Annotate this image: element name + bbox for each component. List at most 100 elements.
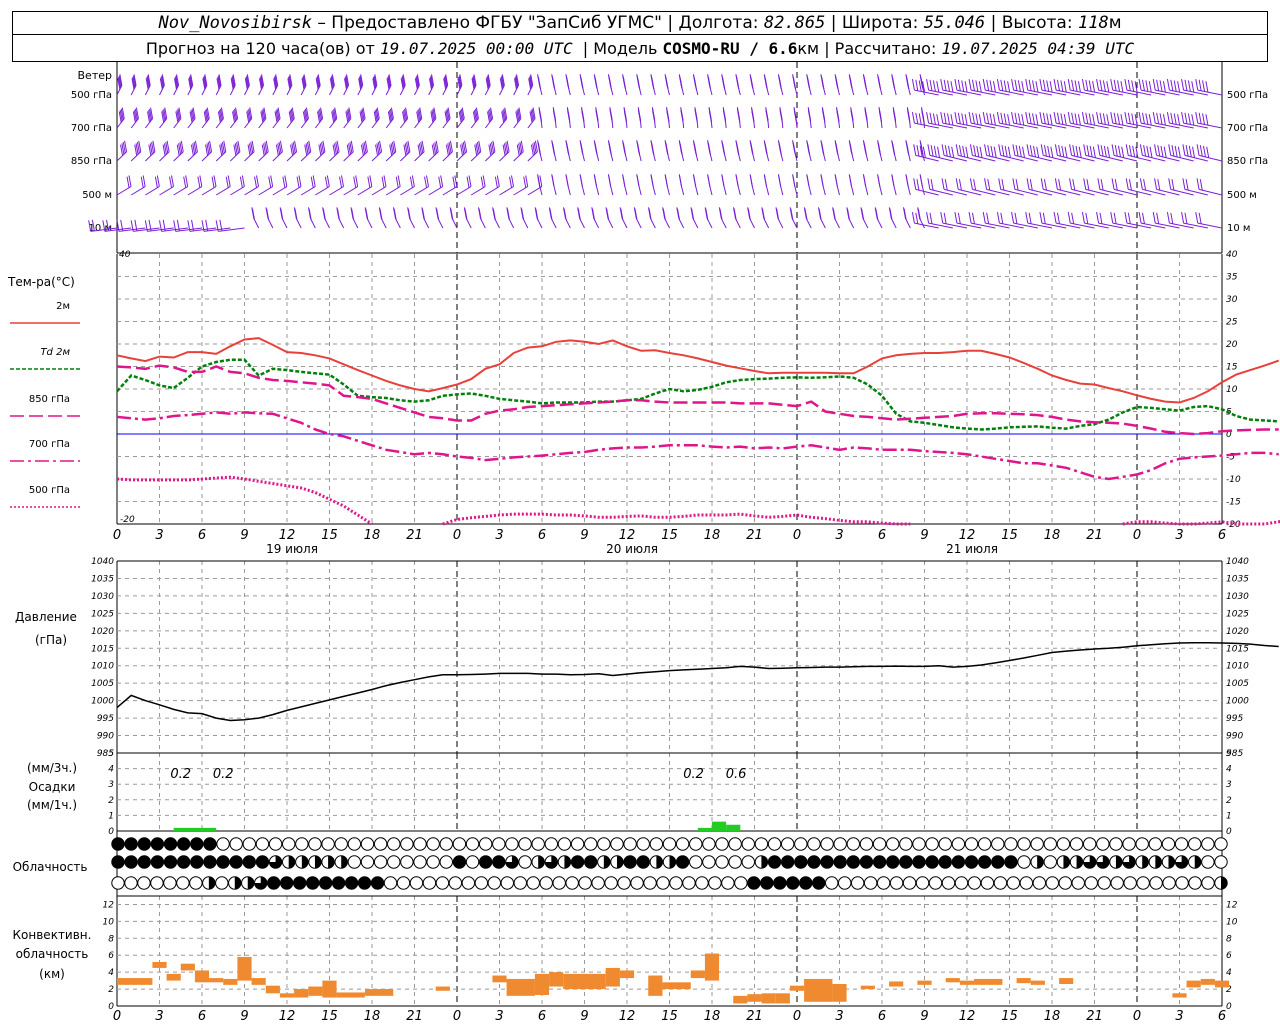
cloud-symbol	[780, 855, 795, 869]
cloud-symbol	[912, 855, 926, 869]
wind-barb	[265, 207, 274, 229]
wind-barb	[1011, 212, 1038, 229]
wind-barb-feather	[1077, 81, 1081, 93]
cloud-symbol	[163, 876, 177, 890]
cloud-symbol	[308, 855, 322, 869]
prec-ytick-left: 2	[108, 796, 114, 806]
conv-bar	[1030, 980, 1045, 985]
wind-barb-feather	[270, 175, 274, 187]
cloud-symbol	[255, 855, 270, 869]
prec-ytick-left: 1	[108, 811, 114, 821]
wind-barb-feather	[1191, 81, 1195, 93]
wind-barb	[636, 140, 642, 162]
conv-xtick: 0	[453, 1009, 461, 1024]
wind-barb	[579, 174, 585, 196]
wind-barb	[1012, 178, 1038, 196]
wind-barb	[692, 140, 699, 162]
wind-barb	[622, 174, 628, 196]
wind-barb-feather	[1113, 112, 1117, 124]
wind-barb-feather	[171, 175, 174, 187]
pressure-title: Давление	[15, 610, 77, 624]
cloud-circle	[991, 837, 1005, 851]
wind-barb-feather	[1120, 81, 1124, 93]
cloud-circle	[1201, 837, 1215, 851]
wind-barb-feather	[1086, 145, 1090, 157]
wind-barb	[562, 207, 571, 229]
wind-barb	[761, 207, 770, 229]
conv-xtick: 6	[538, 1009, 546, 1024]
cloud-symbol	[825, 876, 839, 890]
conv-ytick-right: 12	[1226, 900, 1238, 910]
wind-barb-shaft	[735, 218, 741, 229]
cloud-circle	[255, 837, 270, 851]
conv-bar	[945, 978, 960, 983]
cloud-symbol	[1201, 837, 1215, 851]
wind-barb-feather	[1182, 144, 1186, 156]
wind-barb	[735, 74, 741, 96]
wind-barb	[456, 74, 463, 96]
cloud-circle	[630, 876, 644, 890]
cloud-symbol	[767, 837, 782, 851]
cloud-full	[331, 876, 346, 890]
cloud-symbol	[176, 855, 191, 869]
cloud-full	[584, 855, 598, 869]
wind-barb-feather	[1017, 113, 1021, 125]
wind-level-label: 500 гПа	[71, 90, 112, 101]
wind-barb	[806, 74, 812, 96]
cloud-symbol	[1174, 837, 1189, 851]
pres-ytick-right: 1030	[1226, 592, 1249, 602]
cloud-symbol	[925, 837, 939, 851]
cloud-full	[780, 855, 795, 869]
wind-barb-shaft	[678, 218, 685, 229]
cloud-full	[623, 855, 637, 869]
cloud-circle	[347, 837, 362, 851]
wind-barb-feather	[806, 175, 810, 187]
cloud-symbol	[241, 876, 255, 890]
conv-bar	[251, 978, 266, 985]
cloud-circle	[741, 837, 755, 851]
cloud-title: Облачность	[13, 860, 88, 874]
wind-barb	[414, 140, 425, 162]
wind-barb-feather	[986, 79, 990, 91]
wind-barb	[159, 74, 165, 96]
cloud-symbol	[267, 876, 281, 890]
wind-barb-feather	[679, 175, 683, 187]
cloud-symbol	[111, 837, 125, 851]
cloud-full	[859, 855, 874, 869]
conv-bar	[1059, 978, 1074, 984]
wind-barb-shaft	[201, 186, 217, 196]
cloud-symbol	[347, 855, 362, 869]
wind-barb-feather	[1039, 79, 1043, 91]
wind-barb	[1196, 144, 1223, 162]
wind-barb-feather	[183, 176, 187, 188]
wind-barb-feather	[1102, 80, 1106, 92]
cloud-symbol	[1188, 876, 1202, 890]
wind-barb-feather	[1113, 212, 1117, 224]
wind-barb	[315, 175, 330, 196]
conv-title-1: Конвективн.	[13, 928, 92, 942]
cloud-circle	[833, 837, 847, 851]
wind-barb	[607, 140, 614, 162]
temp-xtick: 12	[279, 528, 296, 543]
wind-barb-feather	[525, 175, 529, 187]
wind-barb	[215, 107, 224, 129]
temp-series-t500	[116, 475, 1280, 526]
wind-barb	[749, 74, 755, 96]
wind-barb-feather	[1058, 179, 1062, 191]
temp-xtick: 15	[321, 528, 338, 543]
cloud-circle	[604, 876, 618, 890]
wind-barb	[116, 107, 125, 129]
wind-barb	[551, 174, 557, 196]
prec-ytick-right: 1	[1226, 811, 1232, 821]
cloud-symbol	[513, 876, 527, 890]
wind-barb-feather	[128, 175, 132, 187]
cloud-circle	[964, 837, 979, 851]
wind-barb-feather	[1170, 112, 1174, 124]
cloud-half	[234, 876, 241, 890]
cloud-symbol	[689, 837, 703, 851]
wind-barb	[378, 207, 387, 229]
cloud-circle	[215, 876, 229, 890]
cloud-full	[1004, 855, 1018, 869]
cloud-symbol	[1096, 837, 1110, 851]
cloud-circle	[1019, 876, 1034, 890]
